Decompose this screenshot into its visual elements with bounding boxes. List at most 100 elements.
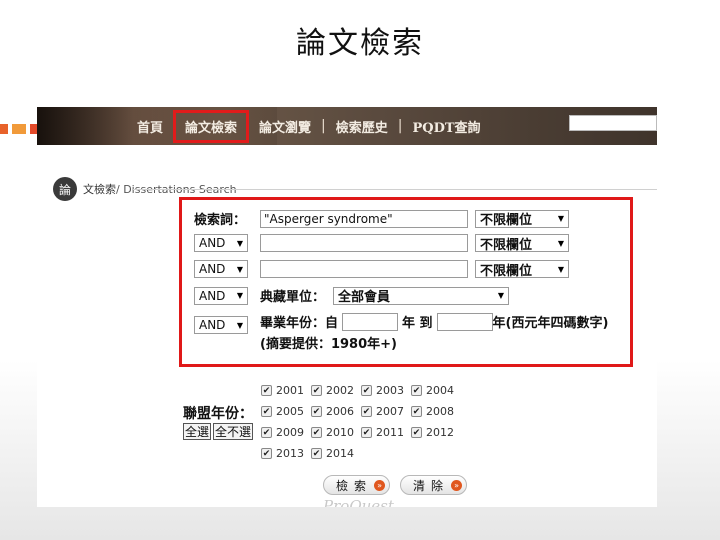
- year-from-input[interactable]: [342, 312, 399, 331]
- dropdown-arrow-icon: ▼: [236, 291, 243, 300]
- query-input[interactable]: [260, 234, 468, 252]
- breadcrumb-current: 文檢索: [83, 183, 116, 196]
- nav-item-dissertation-search[interactable]: 論文檢索: [173, 109, 250, 143]
- institution-select[interactable]: 全部會員 ▼: [333, 286, 510, 305]
- checkbox-checked-icon[interactable]: ✔: [311, 385, 322, 396]
- boolean-select[interactable]: AND ▼: [194, 316, 248, 334]
- checkbox-checked-icon[interactable]: ✔: [411, 427, 422, 438]
- year-label: 2012: [426, 426, 454, 439]
- grad-year-group: 畢業年份：自 年 到 年(西元年四碼數字) (摘要提供：1980年+): [260, 312, 608, 352]
- nav-item-home[interactable]: 首頁: [127, 117, 173, 136]
- query-row: AND ▼ 不限欄位 ▼: [194, 260, 569, 279]
- dropdown-arrow-icon: ▼: [236, 238, 243, 248]
- checkbox-checked-icon[interactable]: ✔: [311, 406, 322, 417]
- decorative-bar: [12, 124, 26, 134]
- screenshot-window: 首頁 論文檢索 論文瀏覽 | 檢索歷史 | PQDT查詢 論 文檢索 / Dis…: [37, 107, 657, 507]
- boolean-select[interactable]: AND ▼: [194, 260, 248, 278]
- year-label: 2004: [426, 384, 454, 397]
- year-checkbox-item[interactable]: ✔ 2014: [311, 446, 361, 461]
- year-checkbox-item[interactable]: ✔ 2007: [361, 404, 411, 419]
- search-button-label: 檢索: [336, 478, 373, 493]
- checkbox-checked-icon[interactable]: ✔: [261, 427, 272, 438]
- year-checkbox-item[interactable]: ✔ 2006: [311, 404, 361, 419]
- year-checkbox-item[interactable]: ✔ 2001: [261, 383, 311, 398]
- select-none-button[interactable]: 全不選: [213, 423, 254, 440]
- query-input[interactable]: [260, 260, 468, 278]
- nav-search-input[interactable]: [569, 115, 657, 131]
- dropdown-arrow-icon: ▼: [557, 264, 564, 274]
- dropdown-arrow-icon: ▼: [236, 264, 243, 274]
- institution-select-value: 全部會員: [338, 290, 391, 305]
- year-label: 2006: [326, 405, 354, 418]
- checkbox-checked-icon[interactable]: ✔: [311, 427, 322, 438]
- year-checkbox-item[interactable]: ✔ 2012: [411, 425, 461, 440]
- decorative-bar: [0, 124, 8, 134]
- year-label: 2005: [276, 405, 304, 418]
- year-format-hint: 年(西元年四碼數字): [492, 316, 609, 331]
- action-buttons: 檢索 » 清除 »: [323, 475, 468, 495]
- clear-button-label: 清除: [413, 478, 450, 493]
- year-label: 2009: [276, 426, 304, 439]
- checkbox-checked-icon[interactable]: ✔: [411, 385, 422, 396]
- abstract-note: (摘要提供：1980年+): [260, 337, 397, 352]
- checkbox-checked-icon[interactable]: ✔: [311, 448, 322, 459]
- year-checkbox-item[interactable]: ✔ 2013: [261, 446, 311, 461]
- year-label: 2007: [376, 405, 404, 418]
- query-row: AND ▼ 不限欄位 ▼: [194, 234, 569, 253]
- boolean-select[interactable]: AND ▼: [194, 286, 248, 305]
- year-to-input[interactable]: [436, 312, 493, 331]
- grad-year-label: 畢業年份：自: [260, 316, 339, 331]
- field-select-value: 不限欄位: [480, 237, 533, 253]
- year-checkbox-item[interactable]: ✔ 2004: [411, 383, 461, 398]
- field-select[interactable]: 不限欄位 ▼: [475, 260, 569, 279]
- divider: [133, 189, 657, 190]
- checkbox-checked-icon[interactable]: ✔: [361, 385, 372, 396]
- year-checkbox-item[interactable]: ✔ 2008: [411, 404, 461, 419]
- dropdown-arrow-icon: ▼: [557, 214, 564, 223]
- checkbox-checked-icon[interactable]: ✔: [361, 406, 372, 417]
- nav-item-pqdt-query[interactable]: PQDT查詢: [403, 117, 491, 136]
- year-checkbox-grid: ✔ 2001 ✔ 2002 ✔ 2003 ✔ 2004 ✔ 2005 ✔ 2006 ✔ 200…: [261, 383, 481, 461]
- grad-year-line: 畢業年份：自 年 到 年(西元年四碼數字): [260, 312, 608, 331]
- dropdown-arrow-icon: ▼: [557, 238, 564, 248]
- field-select-value: 不限欄位: [480, 263, 533, 279]
- arrow-right-icon: »: [374, 479, 386, 491]
- checkbox-checked-icon[interactable]: ✔: [411, 406, 422, 417]
- clear-button[interactable]: 清除 »: [400, 475, 468, 495]
- consortium-years-label: 聯盟年份：: [183, 406, 253, 422]
- checkbox-checked-icon[interactable]: ✔: [361, 427, 372, 438]
- year-checkbox-item[interactable]: ✔ 2011: [361, 425, 411, 440]
- proquest-logo: ProQuest: [323, 497, 394, 507]
- year-checkbox-item[interactable]: ✔ 2002: [311, 383, 361, 398]
- search-button[interactable]: 檢索 »: [323, 475, 391, 495]
- select-all-button[interactable]: 全選: [183, 423, 212, 440]
- boolean-select-value: AND: [199, 236, 226, 250]
- checkbox-checked-icon[interactable]: ✔: [261, 385, 272, 396]
- arrow-right-icon: »: [451, 479, 463, 491]
- year-checkbox-item[interactable]: ✔ 2003: [361, 383, 411, 398]
- nav-item-search-history[interactable]: 檢索歷史: [326, 117, 398, 136]
- year-to-label: 年 到: [402, 316, 433, 331]
- search-form-highlight: 檢索詞： "Asperger syndrome" 不限欄位 ▼ AND ▼ 不限欄位…: [179, 197, 633, 367]
- boolean-select-value: AND: [199, 318, 226, 332]
- boolean-select[interactable]: AND ▼: [194, 234, 248, 252]
- field-select[interactable]: 不限欄位 ▼: [475, 209, 569, 228]
- boolean-select-value: AND: [199, 288, 226, 303]
- year-checkbox-item[interactable]: ✔ 2009: [261, 425, 311, 440]
- year-checkbox-item[interactable]: ✔ 2005: [261, 404, 311, 419]
- dropdown-arrow-icon: ▼: [497, 291, 505, 300]
- grad-year-row: AND ▼ 畢業年份：自 年 到 年(西元年四碼數字) (摘要提供：1980年+): [194, 312, 608, 352]
- nav-item-dissertation-browse[interactable]: 論文瀏覽: [249, 117, 321, 136]
- dropdown-arrow-icon: ▼: [236, 320, 243, 330]
- year-label: 2008: [426, 405, 454, 418]
- year-checkbox-item[interactable]: ✔ 2010: [311, 425, 361, 440]
- keyword-input[interactable]: "Asperger syndrome": [260, 209, 468, 228]
- checkbox-checked-icon[interactable]: ✔: [261, 448, 272, 459]
- year-label: 2010: [326, 426, 354, 439]
- top-navigation-bar: 首頁 論文檢索 論文瀏覽 | 檢索歷史 | PQDT查詢: [37, 107, 657, 145]
- slide-title: 論文檢索: [296, 26, 424, 61]
- year-label: 2014: [326, 447, 354, 460]
- checkbox-checked-icon[interactable]: ✔: [261, 406, 272, 417]
- year-label: 2002: [326, 384, 354, 397]
- field-select[interactable]: 不限欄位 ▼: [475, 234, 569, 253]
